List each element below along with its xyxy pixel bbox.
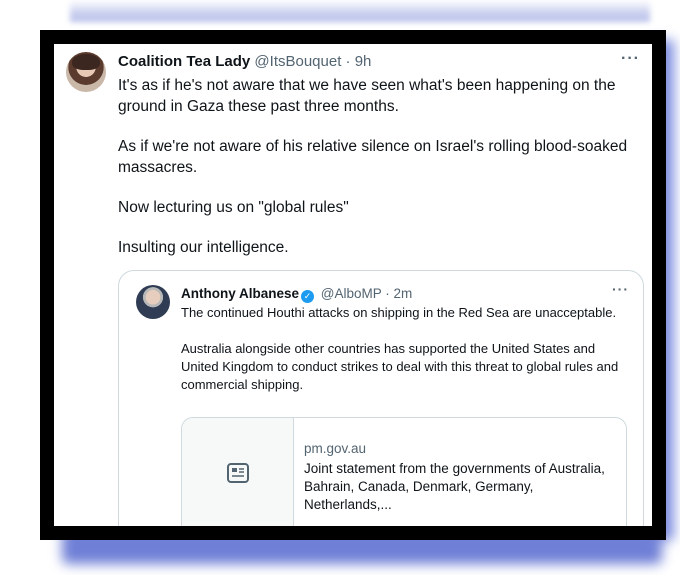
timestamp[interactable]: 9h bbox=[355, 53, 372, 70]
quoted-paragraph: The continued Houthi attacks on shipping… bbox=[181, 305, 617, 320]
tweet-paragraph: As if we're not aware of his relative si… bbox=[118, 138, 628, 176]
link-preview-card[interactable]: pm.gov.au Joint statement from the gover… bbox=[181, 417, 627, 526]
link-domain: pm.gov.au bbox=[304, 441, 367, 456]
separator: · bbox=[345, 53, 351, 70]
avatar[interactable] bbox=[66, 52, 106, 92]
quoted-more-options-icon[interactable]: ··· bbox=[612, 281, 629, 297]
author-handle[interactable]: @ItsBouquet bbox=[254, 53, 341, 70]
quoted-tweet-text: The continued Houthi attacks on shipping… bbox=[181, 304, 621, 394]
tweet-paragraph: Now lecturing us on "global rules" bbox=[118, 199, 349, 216]
more-options-icon[interactable]: ··· bbox=[621, 50, 640, 68]
quoted-tweet-header: Anthony Albanese ✓ @AlboMP · 2m bbox=[181, 285, 603, 303]
quoted-paragraph: Australia alongside other countries has … bbox=[181, 341, 619, 392]
tweet-paragraph: Insulting our intelligence. bbox=[118, 239, 289, 256]
article-icon bbox=[227, 463, 249, 483]
link-info: pm.gov.au Joint statement from the gover… bbox=[304, 440, 614, 514]
link-thumbnail bbox=[182, 418, 294, 526]
tweet-text: It's as if he's not aware that we have s… bbox=[118, 75, 638, 258]
tweet-paragraph: It's as if he's not aware that we have s… bbox=[118, 77, 616, 115]
quoted-avatar[interactable] bbox=[136, 285, 170, 319]
quoted-author-handle[interactable]: @AlboMP bbox=[321, 286, 382, 301]
tweet-card[interactable]: Coalition Tea Lady @ItsBouquet · 9h ··· … bbox=[54, 44, 652, 526]
avatar-hair bbox=[72, 54, 100, 70]
verified-badge-icon: ✓ bbox=[301, 290, 315, 303]
separator: · bbox=[385, 286, 390, 301]
quoted-author-name[interactable]: Anthony Albanese bbox=[181, 286, 299, 301]
link-title: Joint statement from the governments of … bbox=[304, 461, 605, 512]
quoted-tweet[interactable]: Anthony Albanese ✓ @AlboMP · 2m ··· The c… bbox=[118, 270, 644, 526]
author-name[interactable]: Coalition Tea Lady bbox=[118, 53, 250, 70]
decorative-shadow-top bbox=[70, 0, 650, 22]
quoted-timestamp[interactable]: 2m bbox=[394, 286, 413, 301]
tweet-header: Coalition Tea Lady @ItsBouquet · 9h bbox=[118, 53, 612, 71]
